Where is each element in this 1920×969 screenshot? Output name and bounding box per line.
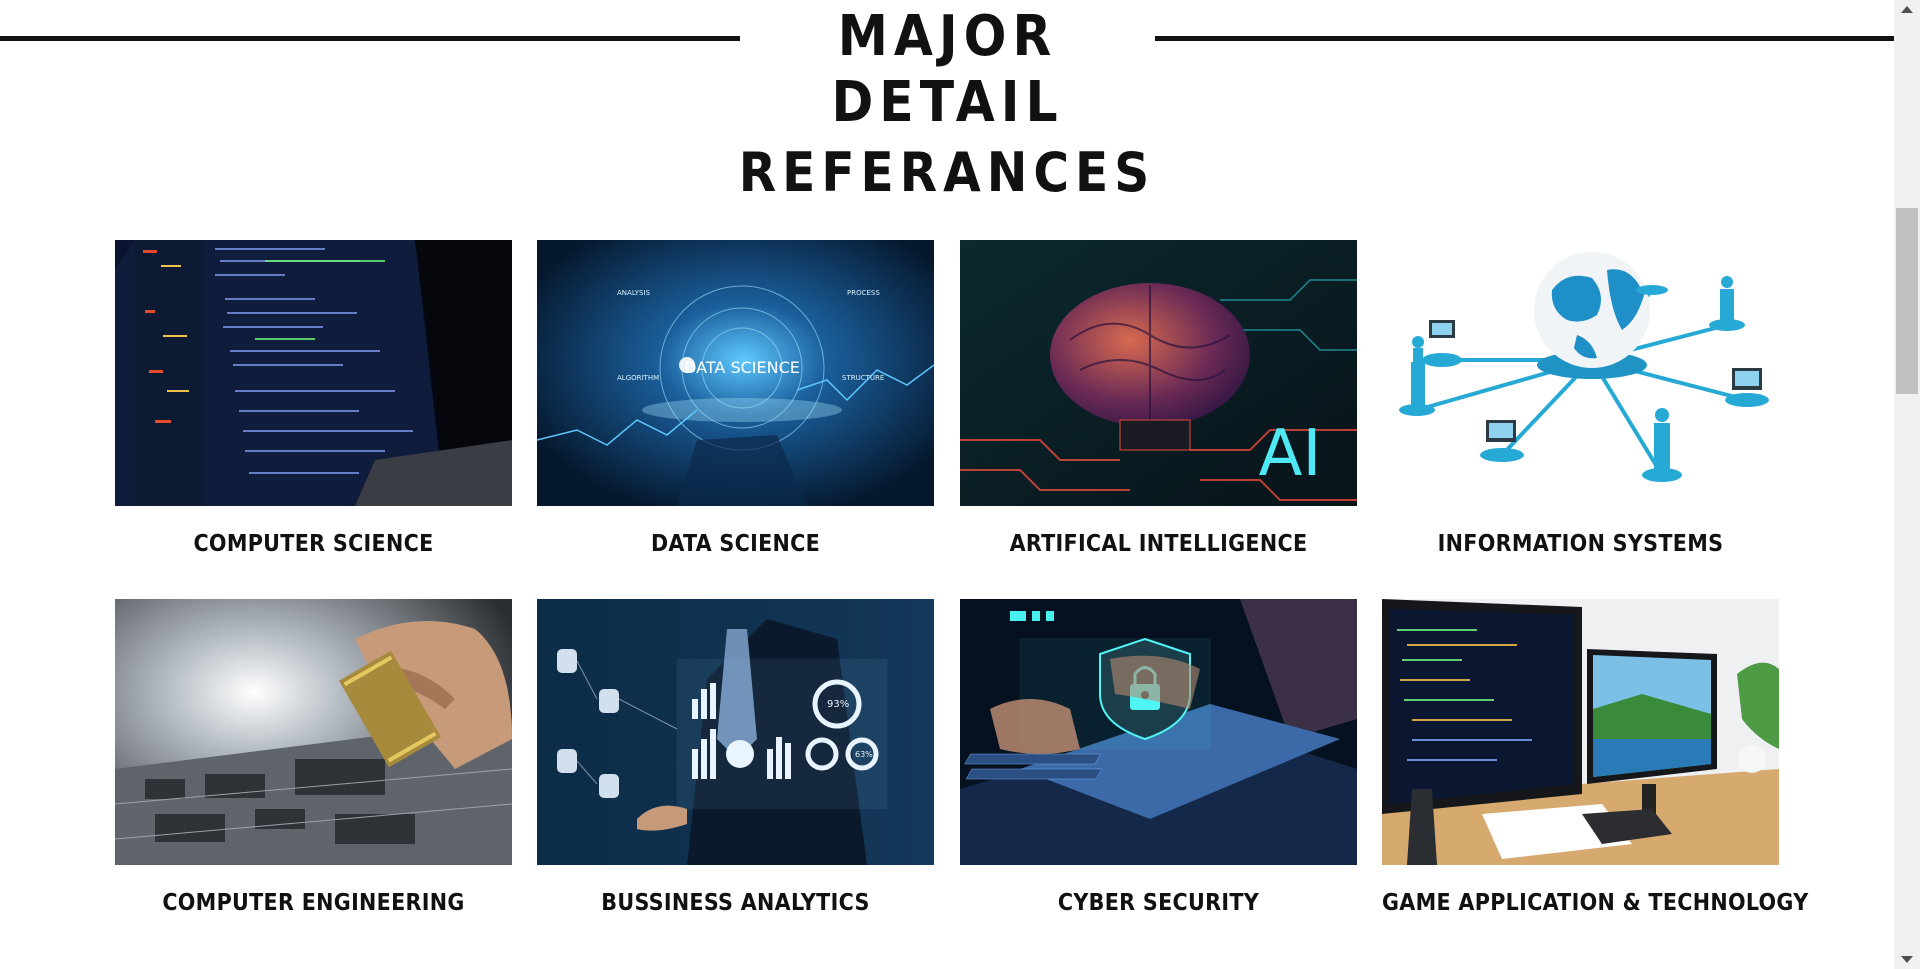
major-card-cyber-security[interactable]: CYBER SECURITY	[960, 599, 1357, 916]
svg-text:ALGORITHM: ALGORITHM	[617, 374, 659, 382]
vertical-scrollbar[interactable]	[1894, 0, 1920, 969]
major-detail-header: MAJOR DETAIL	[0, 0, 1894, 135]
computer-engineering-image	[115, 599, 512, 865]
major-card-data-science[interactable]: DATA SCIENCE ANALYSIS PROCESS ALGORITHM …	[537, 240, 934, 557]
percent-label: 93%	[827, 699, 849, 710]
svg-text:ANALYSIS: ANALYSIS	[617, 289, 651, 297]
ai-image: AI	[960, 240, 1357, 506]
major-label: ARTIFICAL INTELLIGENCE	[1009, 531, 1308, 557]
page-title: MAJOR DETAIL	[831, 4, 1064, 135]
references-heading: REFERANCES	[738, 141, 1156, 204]
major-card-information-systems[interactable]: INFORMATION SYSTEMS	[1382, 240, 1779, 557]
major-label: INFORMATION SYSTEMS	[1437, 531, 1724, 557]
scroll-down-icon[interactable]	[1901, 956, 1913, 963]
major-label: CYBER SECURITY	[1057, 890, 1260, 916]
ai-image-label: AI	[1259, 417, 1322, 491]
major-label: BUSSINESS ANALYTICS	[601, 890, 870, 916]
information-systems-image	[1382, 240, 1779, 506]
major-card-game-application[interactable]: GAME APPLICATION & TECHNOLOGY	[1382, 599, 1809, 916]
scrollbar-thumb[interactable]	[1896, 208, 1918, 394]
game-application-image	[1382, 599, 1779, 865]
svg-text:PROCESS: PROCESS	[847, 289, 880, 297]
major-label: GAME APPLICATION & TECHNOLOGY	[1382, 890, 1809, 916]
data-science-image: DATA SCIENCE ANALYSIS PROCESS ALGORITHM …	[537, 240, 934, 506]
cyber-security-image	[960, 599, 1357, 865]
data-science-image-label: DATA SCIENCE	[684, 358, 800, 377]
computer-science-image	[115, 240, 512, 506]
major-label: DATA SCIENCE	[650, 531, 821, 557]
business-analytics-image: 93% 63%	[537, 599, 934, 865]
major-card-artificial-intelligence[interactable]: AI ARTIFICAL INTELLIGENCE	[960, 240, 1357, 557]
major-card-computer-science[interactable]: COMPUTER SCIENCE	[115, 240, 512, 557]
percent-label: 63%	[855, 750, 873, 759]
scroll-up-icon[interactable]	[1901, 6, 1913, 13]
header-divider-right	[1155, 36, 1894, 41]
header-divider-left	[0, 36, 740, 41]
major-card-business-analytics[interactable]: 93% 63% BUSSINESS ANALYTICS	[537, 599, 934, 916]
major-card-computer-engineering[interactable]: COMPUTER ENGINEERING	[115, 599, 512, 916]
major-label: COMPUTER ENGINEERING	[162, 890, 465, 916]
svg-text:STRUCTURE: STRUCTURE	[842, 374, 884, 382]
major-label: COMPUTER SCIENCE	[193, 531, 434, 557]
